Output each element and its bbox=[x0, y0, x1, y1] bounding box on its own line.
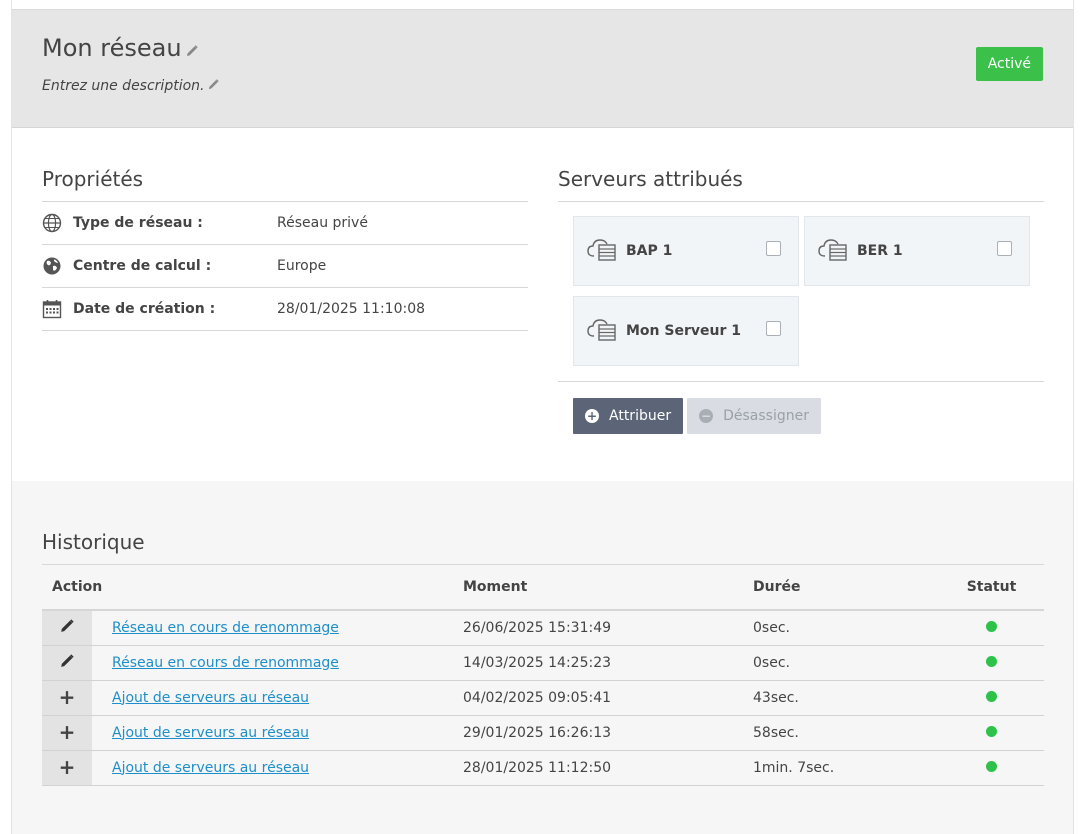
table-row: + Ajout de serveurs au réseau 29/01/2025… bbox=[42, 715, 1044, 751]
column-header-action[interactable]: Action bbox=[42, 565, 463, 611]
assign-label: Attribuer bbox=[609, 408, 672, 424]
table-row: + Ajout de serveurs au réseau 28/01/2025… bbox=[42, 750, 1044, 786]
moment-cell: 14/03/2025 14:25:23 bbox=[463, 645, 753, 681]
server-checkbox[interactable] bbox=[766, 240, 781, 256]
action-cell: Ajout de serveurs au réseau bbox=[92, 680, 463, 716]
column-header-duree[interactable]: Durée bbox=[753, 565, 939, 611]
action-link[interactable]: Ajout de serveurs au réseau bbox=[112, 760, 309, 776]
duration-cell: 1min. 7sec. bbox=[753, 750, 939, 786]
plus-icon: + bbox=[42, 750, 92, 786]
duration-cell: 0sec. bbox=[753, 645, 939, 681]
property-row-datacenter: Centre de calcul : Europe bbox=[42, 245, 528, 288]
action-cell: Ajout de serveurs au réseau bbox=[92, 715, 463, 751]
unassign-label: Désassigner bbox=[723, 408, 809, 424]
server-checkbox[interactable] bbox=[766, 320, 781, 336]
cloud-server-icon bbox=[586, 316, 620, 346]
action-link[interactable]: Ajout de serveurs au réseau bbox=[112, 690, 309, 706]
history-section: Historique Action Moment Durée Statut Ré… bbox=[12, 481, 1073, 834]
status-success-dot-icon bbox=[986, 690, 997, 702]
property-label: Type de réseau : bbox=[73, 215, 203, 231]
duration-cell: 58sec. bbox=[753, 715, 939, 751]
property-value: Réseau privé bbox=[277, 215, 368, 231]
status-cell bbox=[939, 680, 1044, 716]
table-row: Réseau en cours de renommage 14/03/2025 … bbox=[42, 645, 1044, 681]
history-table: Action Moment Durée Statut Réseau en cou… bbox=[42, 565, 1044, 786]
history-title: Historique bbox=[42, 530, 1044, 565]
server-name: Mon Serveur 1 bbox=[626, 323, 741, 339]
column-header-statut[interactable]: Statut bbox=[939, 565, 1044, 611]
moment-cell: 29/01/2025 16:26:13 bbox=[463, 715, 753, 751]
status-active-button[interactable]: Activé bbox=[975, 47, 1043, 81]
property-value: Europe bbox=[277, 258, 327, 274]
server-name: BAP 1 bbox=[626, 243, 673, 259]
assigned-servers-panel: Serveurs attribués BAP 1 BER 1 Mon Serve… bbox=[558, 167, 1044, 434]
server-actions: + Attribuer − Désassigner bbox=[573, 398, 821, 434]
action-link[interactable]: Réseau en cours de renommage bbox=[112, 655, 339, 671]
plus-icon: + bbox=[42, 715, 92, 751]
status-success-dot-icon bbox=[986, 620, 997, 632]
top-strip bbox=[12, 0, 1073, 10]
status-success-dot-icon bbox=[986, 725, 997, 737]
edit-title-pencil-icon[interactable] bbox=[186, 35, 198, 63]
status-cell bbox=[939, 750, 1044, 786]
property-label: Date de création : bbox=[73, 301, 216, 317]
status-success-dot-icon bbox=[986, 760, 997, 772]
duration-cell: 0sec. bbox=[753, 610, 939, 646]
server-name: BER 1 bbox=[857, 243, 903, 259]
pencil-icon bbox=[42, 645, 92, 681]
server-card[interactable]: Mon Serveur 1 bbox=[573, 296, 799, 366]
plus-circle-icon: + bbox=[585, 409, 599, 423]
earth-icon bbox=[42, 256, 73, 276]
edit-description-pencil-icon[interactable] bbox=[208, 78, 220, 94]
network-header: Mon réseau Entrez une description. Activ… bbox=[12, 10, 1073, 128]
table-row: + Ajout de serveurs au réseau 04/02/2025… bbox=[42, 680, 1044, 716]
network-title-text: Mon réseau bbox=[42, 34, 182, 62]
action-cell: Réseau en cours de renommage bbox=[92, 610, 463, 646]
moment-cell: 26/06/2025 15:31:49 bbox=[463, 610, 753, 646]
network-description: Entrez une description. bbox=[42, 78, 220, 94]
status-success-dot-icon bbox=[986, 655, 997, 667]
history-header-row: Action Moment Durée Statut bbox=[42, 565, 1044, 611]
action-cell: Ajout de serveurs au réseau bbox=[92, 750, 463, 786]
status-cell bbox=[939, 645, 1044, 681]
calendar-icon bbox=[42, 299, 73, 319]
column-header-moment[interactable]: Moment bbox=[463, 565, 753, 611]
assign-button[interactable]: + Attribuer bbox=[573, 398, 684, 434]
server-card[interactable]: BER 1 bbox=[804, 216, 1030, 286]
status-cell bbox=[939, 715, 1044, 751]
moment-cell: 28/01/2025 11:12:50 bbox=[463, 750, 753, 786]
action-cell: Réseau en cours de renommage bbox=[92, 645, 463, 681]
properties-panel: Propriétés Type de réseau : Réseau privé… bbox=[42, 167, 528, 331]
network-description-text[interactable]: Entrez une description. bbox=[42, 78, 204, 94]
server-grid: BAP 1 BER 1 Mon Serveur 1 bbox=[558, 202, 1044, 382]
plus-icon: + bbox=[42, 680, 92, 716]
property-row-created: Date de création : 28/01/2025 11:10:08 bbox=[42, 288, 528, 331]
server-checkbox[interactable] bbox=[997, 240, 1012, 256]
property-value: 28/01/2025 11:10:08 bbox=[277, 301, 426, 317]
history-panel: Historique Action Moment Durée Statut Ré… bbox=[42, 530, 1044, 786]
property-row-type: Type de réseau : Réseau privé bbox=[42, 202, 528, 245]
action-link[interactable]: Réseau en cours de renommage bbox=[112, 620, 339, 636]
unassign-button[interactable]: − Désassigner bbox=[687, 398, 821, 434]
assigned-servers-title: Serveurs attribués bbox=[558, 167, 1044, 202]
properties-title: Propriétés bbox=[42, 167, 528, 202]
network-title: Mon réseau bbox=[42, 34, 198, 63]
pencil-icon bbox=[42, 610, 92, 646]
minus-circle-icon: − bbox=[699, 409, 714, 423]
server-card[interactable]: BAP 1 bbox=[573, 216, 799, 286]
property-label: Centre de calcul : bbox=[73, 258, 212, 274]
moment-cell: 04/02/2025 09:05:41 bbox=[463, 680, 753, 716]
table-row: Réseau en cours de renommage 26/06/2025 … bbox=[42, 610, 1044, 646]
cloud-server-icon bbox=[586, 236, 620, 266]
network-detail-page: Mon réseau Entrez une description. Activ… bbox=[11, 0, 1074, 834]
action-link[interactable]: Ajout de serveurs au réseau bbox=[112, 725, 309, 741]
globe-icon bbox=[42, 213, 73, 233]
status-cell bbox=[939, 610, 1044, 646]
cloud-server-icon bbox=[817, 236, 851, 266]
duration-cell: 43sec. bbox=[753, 680, 939, 716]
